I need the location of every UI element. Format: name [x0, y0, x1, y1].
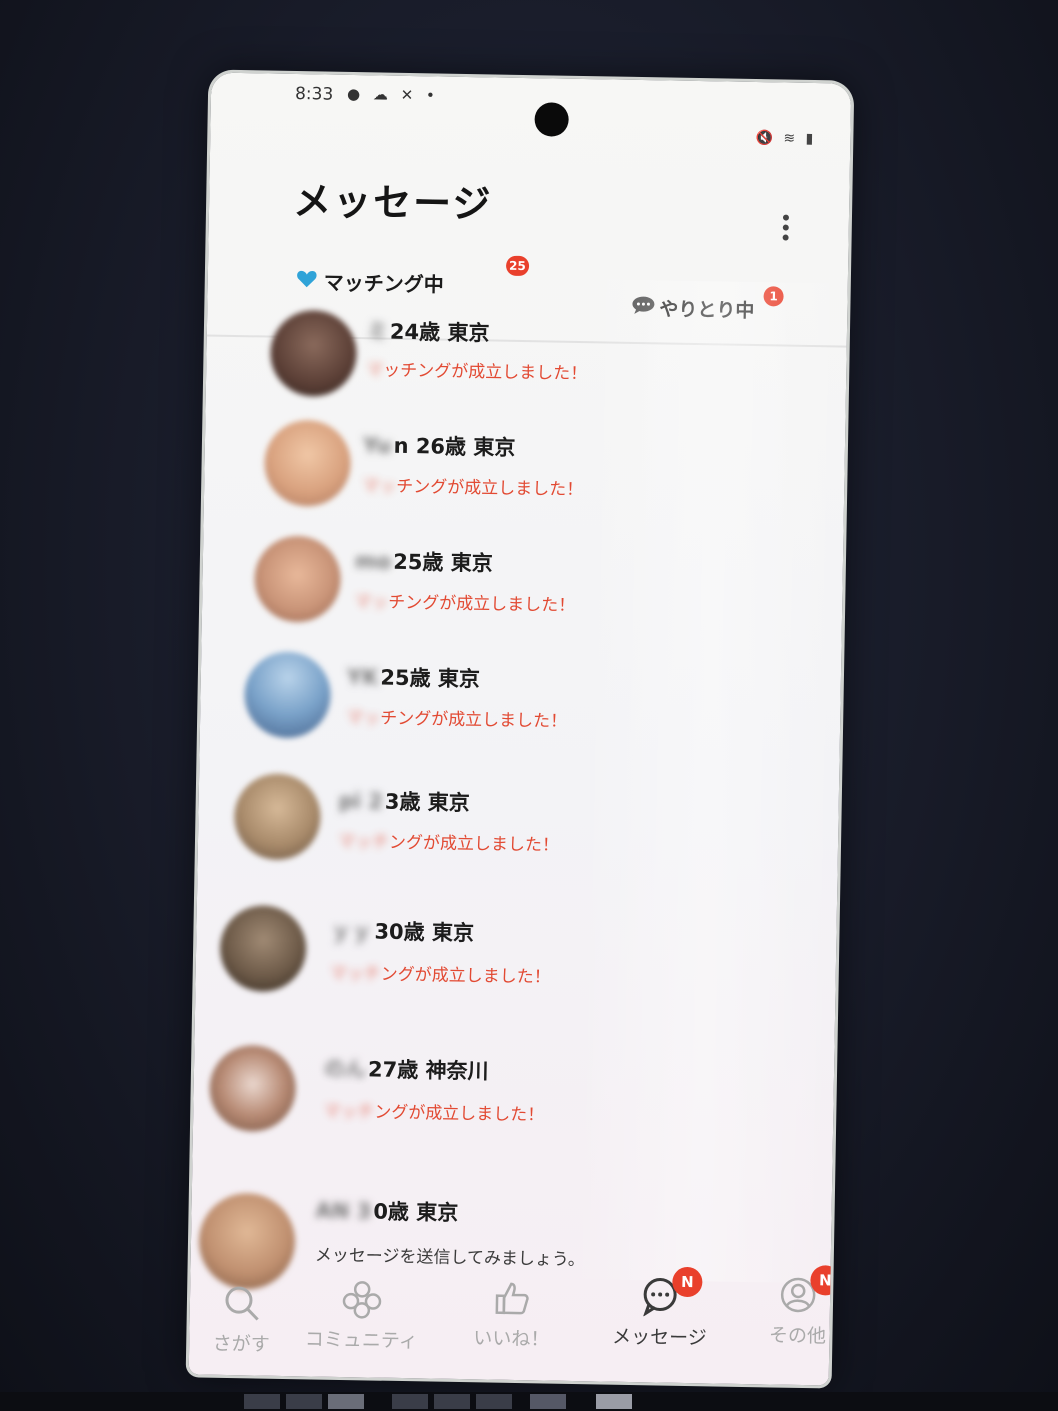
desktop-taskbar — [0, 1392, 1058, 1411]
list-item-name: AN 30歳 東京 — [315, 1198, 459, 1225]
nav-messages-label: メッセージ — [611, 1325, 707, 1350]
taskbar-item[interactable] — [596, 1394, 632, 1409]
taskbar-item[interactable] — [328, 1394, 364, 1409]
camera-cutout — [534, 102, 569, 137]
page-title: メッセージ — [292, 178, 493, 227]
kebab-menu-icon[interactable] — [780, 214, 791, 244]
avatar — [263, 419, 352, 507]
list-item[interactable]: mo25歳 東京 マッチングが成立しました！ — [201, 532, 843, 663]
avatar — [243, 651, 332, 739]
status-bar: 8:33 ● ☁ ✕ • 🔇 ≋ ▮ — [210, 73, 851, 164]
heart-icon — [297, 270, 317, 288]
list-item-message: マッチングが成立しました！ — [362, 476, 584, 501]
list-item-message: マッチングが成立しました！ — [337, 831, 560, 856]
nav-messages[interactable]: メッセージ N — [599, 1257, 721, 1369]
list-item[interactable]: YK25歳 東京 マッチングが成立しました！ — [199, 646, 841, 777]
avatar — [253, 535, 342, 623]
list-item-message: マッチングが成立しました！ — [354, 592, 576, 616]
system-status-icons: 🔇 ≋ ▮ — [755, 130, 817, 148]
taskbar-item[interactable] — [286, 1394, 322, 1409]
list-item-name: mo25歳 東京 — [354, 549, 493, 576]
tab-talking-badge: 1 — [763, 286, 784, 307]
list-item-name: YK25歳 東京 — [346, 664, 481, 692]
list-item-name: のん27歳 神奈川 — [323, 1056, 489, 1084]
taskbar-item[interactable] — [530, 1394, 566, 1409]
community-icon — [342, 1281, 382, 1319]
list-item[interactable]: ｙｙ30歳 東京 マッチングが成立しました！ — [195, 894, 837, 1025]
bottom-nav: さがす コミュニティ いいね！ メッセージ N その他 N — [189, 1257, 841, 1385]
nav-search[interactable]: さがす — [189, 1264, 303, 1376]
list-item-name: ミ24歳 東京 — [366, 319, 490, 346]
search-icon — [225, 1286, 259, 1321]
tab-matching-badge: 25 — [505, 255, 529, 277]
list-item-message: マッチングが成立しました！ — [329, 963, 551, 988]
taskbar-item[interactable] — [392, 1394, 428, 1409]
list-item[interactable]: のん27歳 神奈川 マッチングが成立しました！ — [193, 1032, 835, 1163]
taskbar-item[interactable] — [476, 1394, 512, 1409]
list-item[interactable]: pi 23歳 東京 マッチングが成立しました！ — [197, 764, 839, 895]
taskbar-item[interactable] — [244, 1394, 280, 1409]
nav-community[interactable]: コミュニティ — [301, 1260, 423, 1372]
nav-messages-badge: N — [672, 1266, 703, 1298]
avatar — [269, 309, 358, 398]
status-time: 8:33 — [294, 83, 334, 105]
thumbs-up-icon — [495, 1282, 529, 1315]
list-item-name: pi 23歳 東京 — [338, 788, 471, 816]
avatar — [208, 1044, 297, 1133]
taskbar-item[interactable] — [434, 1394, 470, 1409]
avatar — [219, 904, 307, 993]
phone-screen: 8:33 ● ☁ ✕ • 🔇 ≋ ▮ メッセージ マッチング中 25 やりとり中… — [188, 72, 852, 1386]
list-item-name: Yun 26歳 東京 — [362, 433, 516, 460]
list-item[interactable]: Yun 26歳 東京 マッチングが成立しました！ — [203, 418, 845, 549]
list-item-message: マッチングが成立しました！ — [366, 360, 588, 385]
list-item[interactable]: ミ24歳 東京 マッチングが成立しました！ — [205, 304, 847, 435]
nav-likes[interactable]: いいね！ — [451, 1259, 573, 1371]
nav-community-label: コミュニティ — [304, 1328, 418, 1353]
nav-search-label: さがす — [212, 1332, 270, 1356]
avatar — [233, 773, 322, 861]
notification-icons: ● ☁ ✕ • — [346, 84, 440, 105]
tab-matching-label: マッチング中 — [323, 270, 444, 297]
list-item-name: ｙｙ30歳 東京 — [330, 918, 475, 946]
nav-likes-label: いいね！ — [473, 1327, 550, 1351]
list-item-message: マッチングが成立しました！ — [345, 707, 568, 732]
list-item-message: マッチングが成立しました！ — [323, 1101, 545, 1126]
